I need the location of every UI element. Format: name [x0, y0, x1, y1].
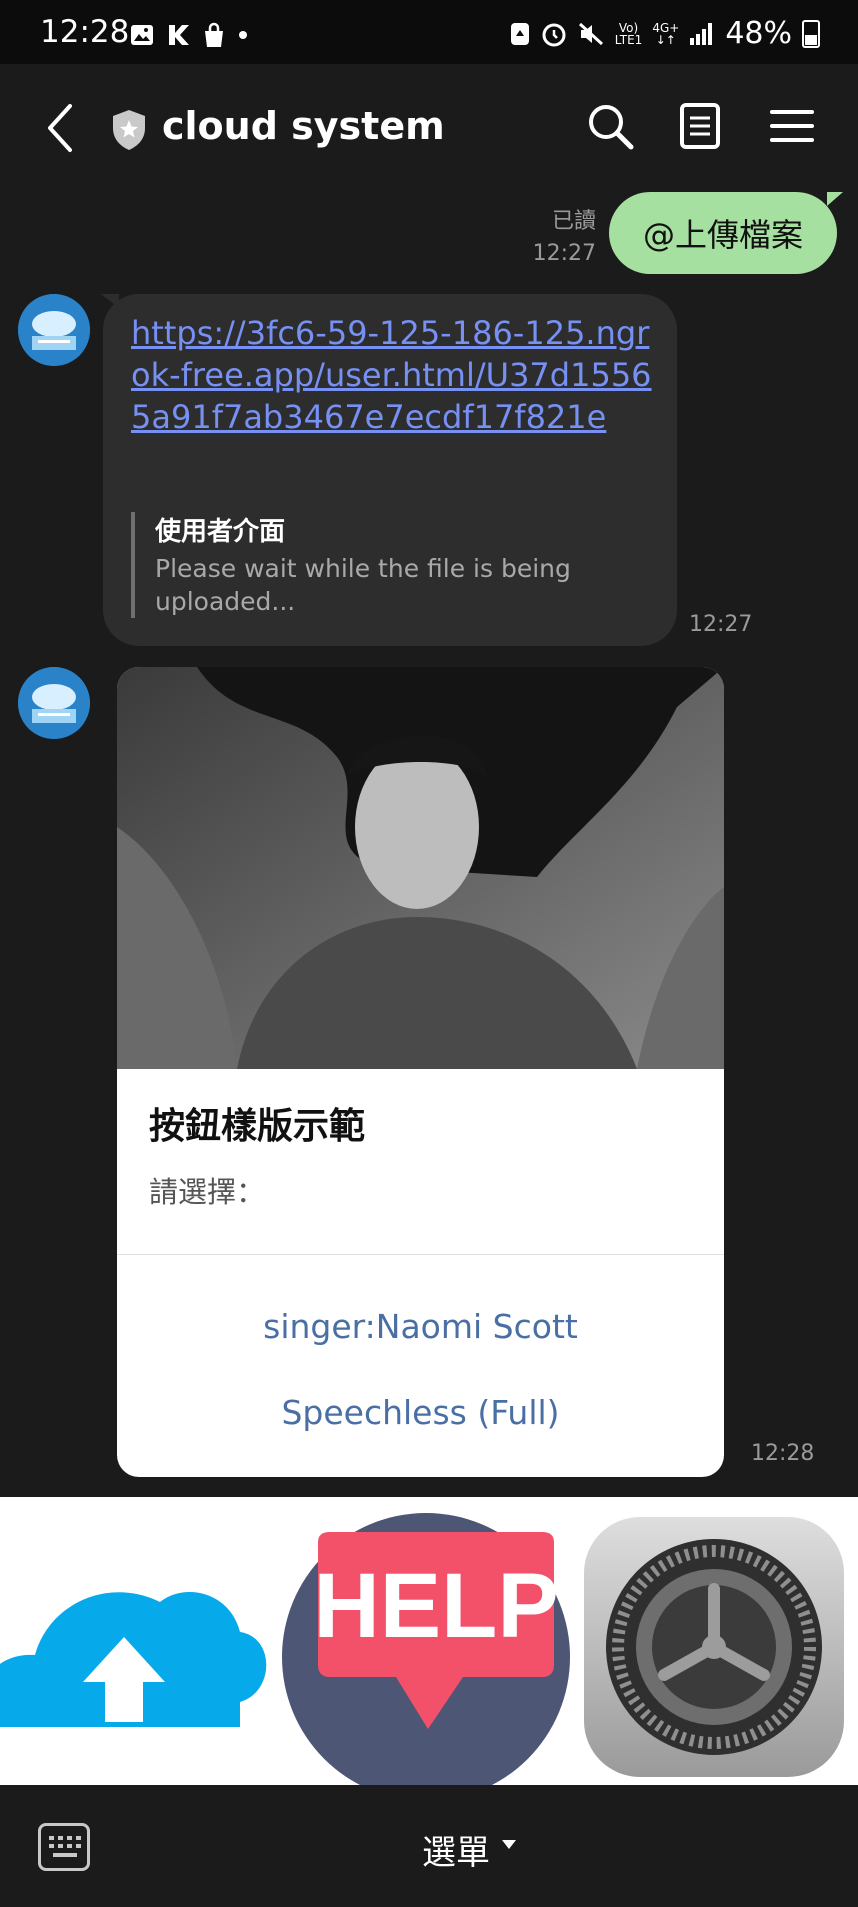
sent-message-bubble[interactable]: @上傳檔案	[609, 192, 843, 274]
mute-icon	[578, 22, 603, 45]
received-message-bubble: https://3fc6-59-125-186-125.ngrok-free.a…	[101, 294, 677, 646]
link-preview-description: Please wait while the file is being uplo…	[155, 554, 571, 616]
link-preview[interactable]: 使用者介面 Please wait while the file is bein…	[131, 512, 675, 618]
network-4g-label: 4G+ ↓↑	[652, 20, 680, 47]
message-time: 12:28	[751, 1441, 815, 1466]
official-shield-icon	[113, 110, 145, 150]
notification-icons	[130, 22, 248, 48]
gallery-icon	[131, 25, 153, 45]
status-time: 12:28	[40, 14, 130, 50]
card-subtitle: 請選擇：	[149, 1175, 266, 1209]
help-text: HELP	[313, 1555, 558, 1657]
cloud-avatar-icon	[18, 294, 90, 366]
message-time: 12:27	[689, 612, 753, 637]
dot-icon	[239, 31, 247, 39]
card-divider	[117, 1254, 724, 1255]
rich-menu: HELP	[0, 1497, 858, 1785]
alarm-icon	[542, 23, 566, 46]
cloud-upload-icon[interactable]	[0, 1497, 270, 1785]
signal-icon	[690, 22, 713, 45]
card-action-song[interactable]: Speechless (Full)	[117, 1393, 724, 1432]
bot-avatar[interactable]	[18, 667, 90, 739]
battery-icon	[802, 19, 820, 48]
chat-header: cloud system	[0, 64, 858, 194]
status-right: Vo) LTE1 4G+ ↓↑ 48%	[509, 16, 820, 51]
cloud-avatar-icon	[18, 667, 90, 739]
k-app-icon	[169, 25, 189, 45]
link-preview-title: 使用者介面	[155, 517, 286, 547]
upload-link[interactable]: https://3fc6-59-125-186-125.ngrok-free.a…	[131, 312, 661, 438]
notes-icon[interactable]	[674, 100, 726, 152]
sent-message-text: @上傳檔案	[642, 216, 803, 254]
search-icon[interactable]	[584, 100, 636, 152]
read-receipt: 已讀 12:27	[532, 209, 596, 266]
bottom-bar: 選單	[0, 1785, 858, 1907]
shopping-bag-icon	[205, 22, 223, 47]
caret-down-icon[interactable]	[502, 1840, 516, 1849]
status-bar: 12:28 Vo) LTE1 4G+ ↓↑ 48%	[0, 0, 858, 64]
card-title: 按鈕樣版示範	[149, 1106, 366, 1147]
chat-title: cloud system	[162, 104, 445, 148]
network-label: Vo) LTE1	[614, 20, 643, 47]
button-template-card: 按鈕樣版示範 請選擇： singer:Naomi Scott Speechles…	[117, 667, 724, 1477]
card-action-singer[interactable]: singer:Naomi Scott	[117, 1307, 724, 1346]
help-icon[interactable]: HELP	[278, 1497, 574, 1785]
menu-hamburger-icon[interactable]	[766, 100, 818, 152]
recycle-icon	[510, 22, 529, 45]
bot-avatar[interactable]	[18, 294, 90, 366]
settings-gear-icon[interactable]	[582, 1497, 858, 1785]
keyboard-icon[interactable]	[38, 1823, 90, 1871]
back-arrow-icon[interactable]	[40, 100, 80, 156]
card-photo[interactable]	[117, 667, 724, 1069]
battery-percent: 48%	[725, 16, 792, 51]
menu-toggle-label[interactable]: 選單	[422, 1825, 490, 1874]
